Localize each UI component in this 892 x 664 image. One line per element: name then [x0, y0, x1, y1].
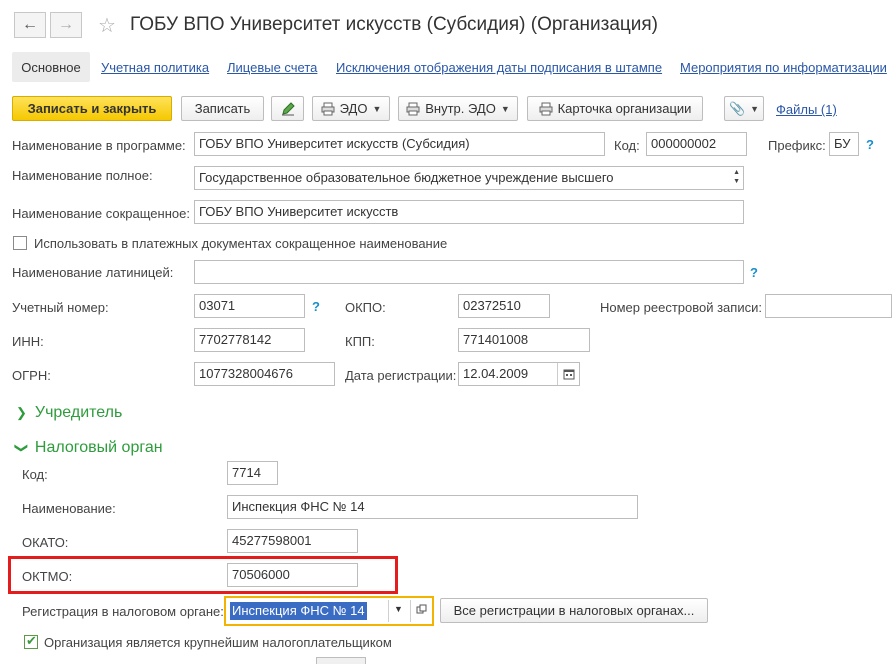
- arrow-left-icon: ←: [22, 16, 38, 33]
- okpo-input[interactable]: 02372510: [458, 294, 550, 318]
- kpp-input[interactable]: 771401008: [458, 328, 590, 352]
- save-button[interactable]: Записать: [181, 96, 264, 121]
- okato-input[interactable]: 45277598001: [227, 529, 358, 553]
- short-name-label: Наименование сокращенное:: [12, 206, 190, 221]
- tab-signature-exclusions[interactable]: Исключения отображения даты подписания в…: [336, 60, 662, 75]
- chevron-right-icon: ❯: [16, 405, 27, 420]
- registration-select[interactable]: Инспекция ФНС № 14 ▼: [224, 596, 434, 626]
- save-close-button[interactable]: Записать и закрыть: [12, 96, 172, 121]
- registration-label: Регистрация в налоговом органе:: [22, 604, 224, 619]
- name-program-input[interactable]: ГОБУ ВПО Университет искусств (Субсидия): [194, 132, 605, 156]
- prefix-label: Префикс:: [768, 138, 826, 153]
- reg-date-input[interactable]: 12.04.2009: [458, 362, 580, 386]
- favorite-star-icon[interactable]: ☆: [98, 13, 116, 38]
- edo-label: ЭДО: [339, 101, 368, 116]
- founder-section-toggle[interactable]: ❯ Учредитель: [16, 404, 122, 422]
- scroll-arrows-icon[interactable]: ▲ ▼: [733, 168, 740, 186]
- latin-name-label: Наименование латиницей:: [12, 265, 174, 280]
- back-button[interactable]: ←: [14, 12, 46, 38]
- tab-personal-accounts[interactable]: Лицевые счета: [227, 60, 317, 75]
- largest-taxpayer-checkbox[interactable]: [24, 633, 38, 649]
- combo-separator: [410, 600, 411, 622]
- partial-button[interactable]: [316, 657, 366, 664]
- pen-icon: [281, 101, 295, 115]
- tax-name-input[interactable]: Инспекция ФНС № 14: [227, 495, 638, 519]
- chevron-down-icon: ❯: [14, 442, 30, 454]
- oktmo-label: ОКТМО:: [22, 569, 73, 584]
- registration-value: Инспекция ФНС № 14: [230, 602, 367, 620]
- tab-informatization[interactable]: Мероприятия по информатизации: [680, 60, 887, 75]
- prefix-help-icon[interactable]: ?: [866, 137, 874, 152]
- ogrn-input[interactable]: 1077328004676: [194, 362, 335, 386]
- full-name-label: Наименование полное:: [12, 168, 153, 183]
- dropdown-arrow-icon: ▼: [372, 103, 382, 114]
- latin-name-input[interactable]: [194, 260, 744, 284]
- oktmo-input[interactable]: 70506000: [227, 563, 358, 587]
- window-title: ГОБУ ВПО Университет искусств (Субсидия)…: [130, 14, 659, 35]
- tab-main[interactable]: Основное: [12, 52, 90, 82]
- tax-code-input[interactable]: 7714: [227, 461, 278, 485]
- short-name-input[interactable]: ГОБУ ВПО Университет искусств: [194, 200, 744, 224]
- files-link[interactable]: Файлы (1): [776, 102, 837, 117]
- printer-icon: [406, 102, 420, 115]
- full-name-value: Государственное образовательное бюджетно…: [199, 170, 614, 185]
- reg-date-value: 12.04.2009: [463, 366, 529, 381]
- registry-no-input[interactable]: [765, 294, 892, 318]
- arrow-right-icon: →: [58, 16, 74, 33]
- tab-accounting-policy[interactable]: Учетная политика: [101, 60, 209, 75]
- combo-separator: [388, 600, 389, 622]
- dropdown-arrow-icon: ▼: [500, 103, 510, 114]
- dropdown-arrow-icon: ▼: [750, 103, 760, 114]
- account-no-help-icon[interactable]: ?: [312, 299, 320, 314]
- full-name-input[interactable]: Государственное образовательное бюджетно…: [194, 166, 744, 190]
- tax-authority-section-toggle[interactable]: ❯ Налоговый орган: [14, 439, 163, 457]
- registry-no-label: Номер реестровой записи:: [600, 300, 762, 315]
- all-registrations-label: Все регистрации в налоговых органах...: [453, 603, 695, 618]
- all-registrations-button[interactable]: Все регистрации в налоговых органах...: [440, 598, 708, 623]
- kpp-label: КПП:: [345, 334, 375, 349]
- internal-edo-menu-button[interactable]: Внутр. ЭДО ▼: [398, 96, 518, 121]
- calendar-icon[interactable]: [557, 363, 579, 385]
- tax-authority-section-title: Налоговый орган: [34, 439, 163, 456]
- use-short-name-label: Использовать в платежных документах сокр…: [34, 236, 448, 251]
- save-label: Записать: [194, 101, 251, 116]
- use-short-name-checkbox[interactable]: [13, 236, 27, 250]
- prefix-input[interactable]: БУ: [829, 132, 859, 156]
- latin-help-icon[interactable]: ?: [750, 265, 758, 280]
- okato-label: ОКАТО:: [22, 535, 69, 550]
- reg-date-label: Дата регистрации:: [345, 368, 457, 383]
- open-copy-icon[interactable]: [416, 603, 427, 618]
- paperclip-icon: 📎: [728, 100, 746, 116]
- inn-input[interactable]: 7702778142: [194, 328, 305, 352]
- org-card-label: Карточка организации: [557, 101, 692, 116]
- account-no-input[interactable]: 03071: [194, 294, 305, 318]
- sign-button[interactable]: [271, 96, 304, 121]
- attach-menu-button[interactable]: 📎 ▼: [724, 96, 764, 121]
- founder-section-title: Учредитель: [34, 404, 123, 421]
- edo-menu-button[interactable]: ЭДО ▼: [312, 96, 390, 121]
- code-input[interactable]: 000000002: [646, 132, 747, 156]
- largest-taxpayer-label: Организация является крупнейшим налогопл…: [44, 635, 392, 650]
- printer-icon: [321, 102, 335, 115]
- org-card-button[interactable]: Карточка организации: [527, 96, 703, 121]
- save-close-label: Записать и закрыть: [27, 101, 157, 116]
- ogrn-label: ОГРН:: [12, 368, 51, 383]
- name-program-label: Наименование в программе:: [12, 138, 186, 153]
- inn-label: ИНН:: [12, 334, 44, 349]
- tax-code-label: Код:: [22, 467, 48, 482]
- internal-edo-label: Внутр. ЭДО: [425, 101, 496, 116]
- dropdown-arrow-icon[interactable]: ▼: [394, 604, 403, 614]
- account-no-label: Учетный номер:: [12, 300, 109, 315]
- okpo-label: ОКПО:: [345, 300, 386, 315]
- code-label: Код:: [614, 138, 640, 153]
- printer-icon: [539, 102, 553, 115]
- forward-button[interactable]: →: [50, 12, 82, 38]
- tax-name-label: Наименование:: [22, 501, 116, 516]
